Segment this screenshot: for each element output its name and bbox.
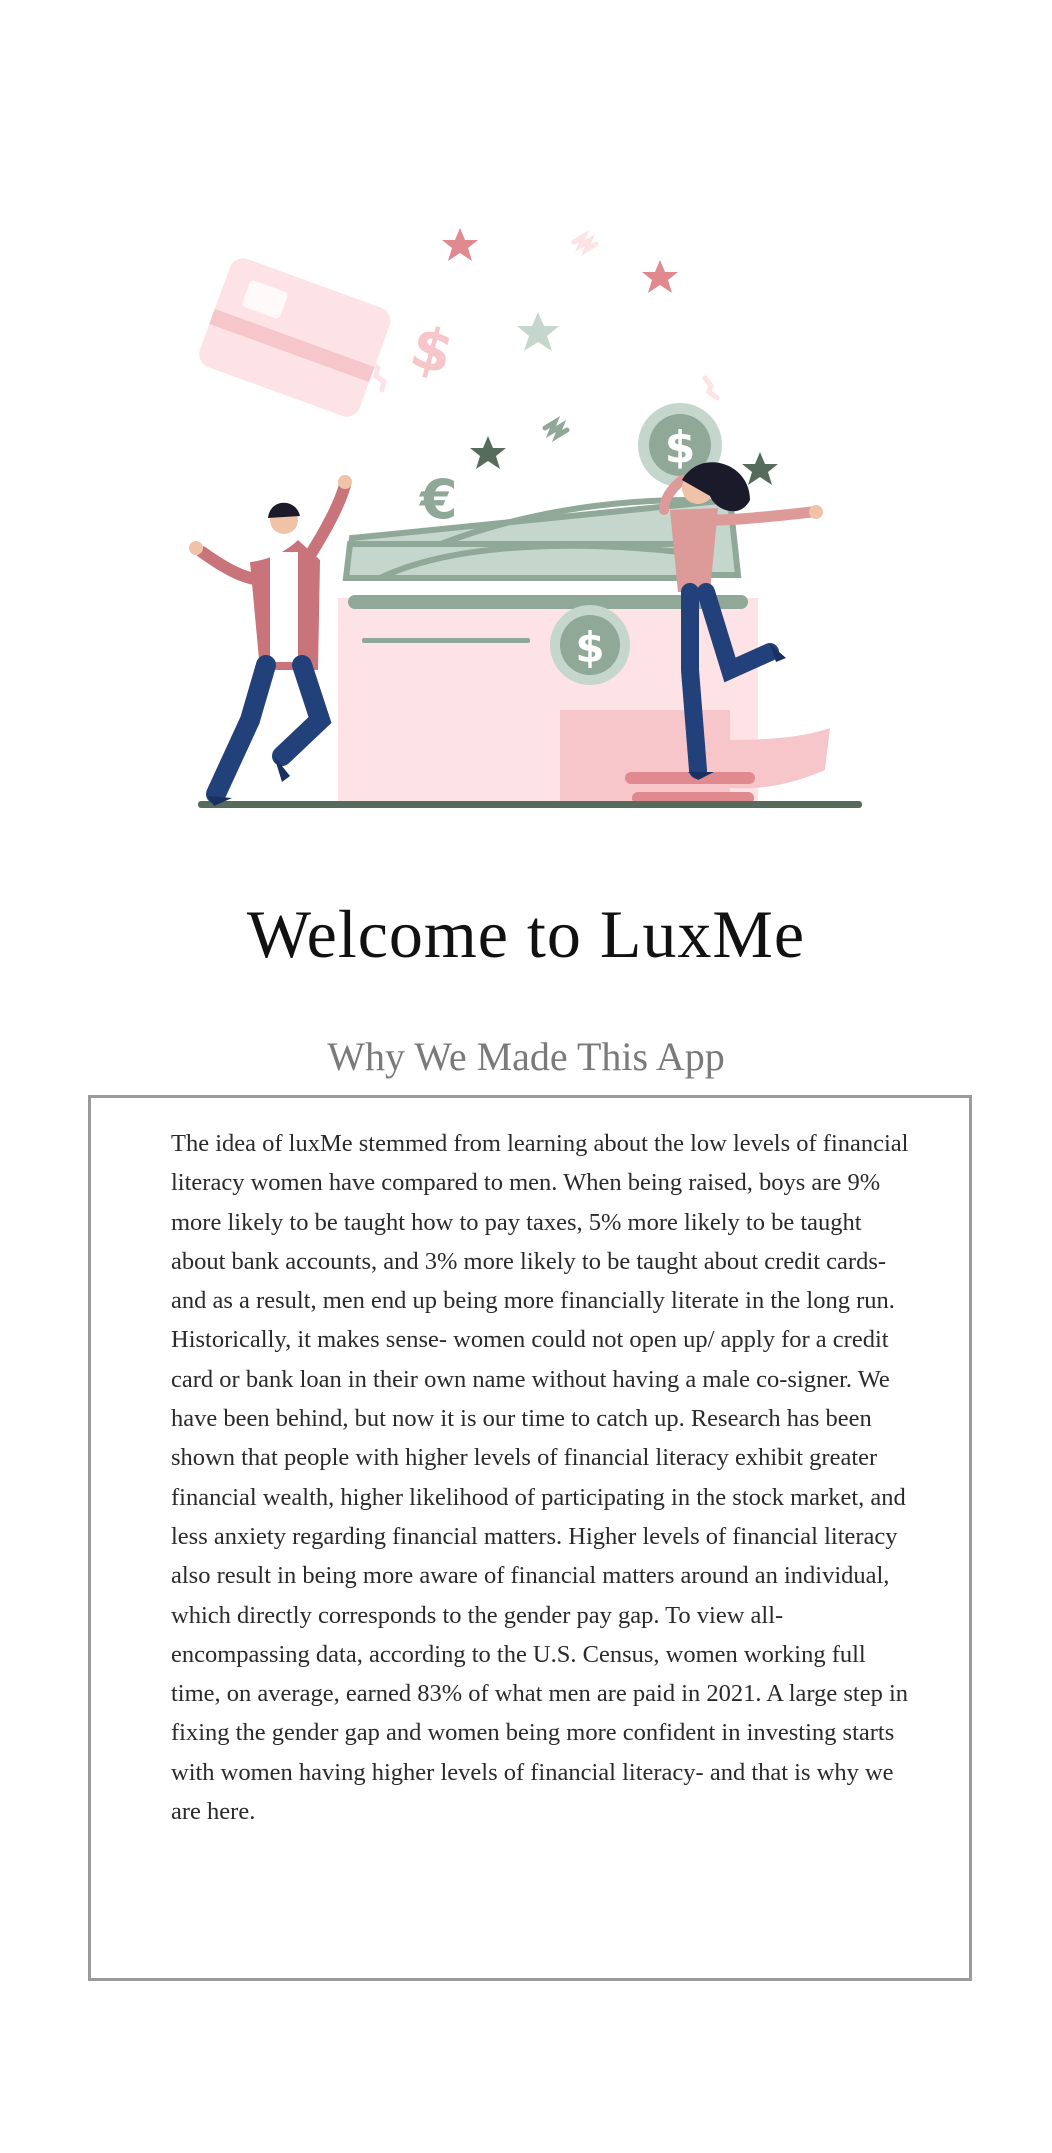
hero-illustration: $ € $ $: [170, 200, 890, 850]
mission-text-box: The idea of luxMe stemmed from learning …: [88, 1095, 972, 1981]
dollar-sign-icon: $: [404, 312, 461, 388]
svg-text:$: $: [665, 422, 696, 473]
man-figure: [189, 475, 352, 806]
section-heading: Why We Made This App: [327, 1034, 725, 1079]
star-icons: [442, 228, 778, 485]
svg-text:$: $: [575, 623, 604, 672]
page-title: Welcome to LuxMe: [246, 896, 806, 972]
euro-sign-icon: €: [418, 468, 458, 531]
coin-icon: $: [550, 605, 630, 685]
ground-line: [198, 801, 862, 808]
credit-card-icon: [199, 258, 391, 417]
mission-body-text: The idea of luxMe stemmed from learning …: [171, 1130, 909, 1826]
